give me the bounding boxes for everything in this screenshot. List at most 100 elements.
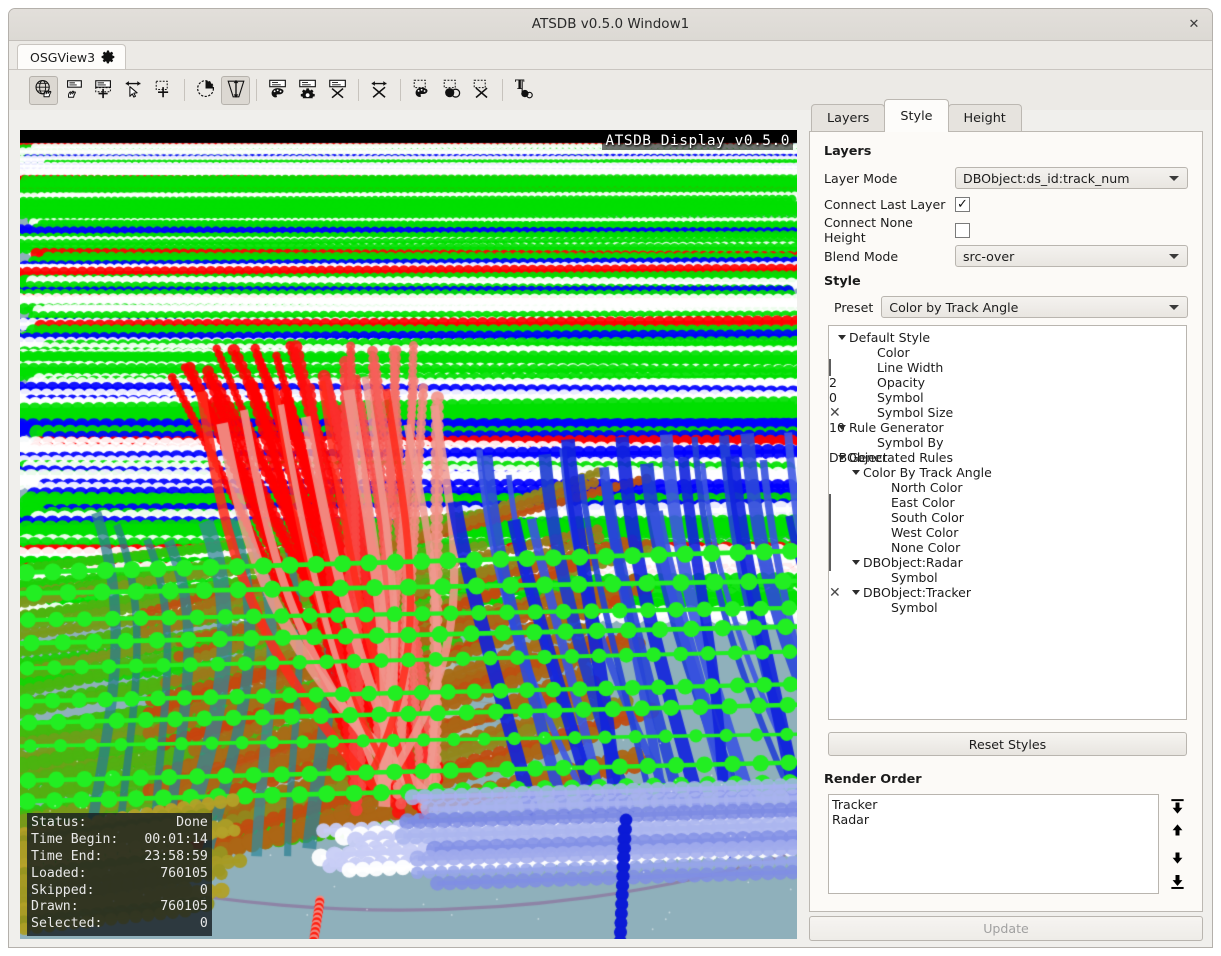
update-bar: Update <box>809 916 1203 943</box>
style-tree-label: North Color <box>891 480 963 495</box>
close-icon[interactable]: ✕ <box>1182 13 1206 36</box>
style-tree-row[interactable]: Symbol <box>829 600 1186 615</box>
style-tree-row[interactable]: Symbol By <box>829 435 1186 450</box>
osg-3d-viewport[interactable]: ATSDB Display v0.5.0 Status: Done Time Beg… <box>20 130 797 939</box>
navigate-globe-button[interactable] <box>29 75 58 105</box>
check-icon: ✓ <box>957 196 968 212</box>
tab-style[interactable]: Style <box>884 99 949 132</box>
connect-delete-button[interactable] <box>365 76 394 105</box>
blend-mode-label: Blend Mode <box>824 248 899 264</box>
layer-x-icon <box>327 78 349 103</box>
toolbar-separator <box>502 79 503 101</box>
hud-status-table: Status: Done Time Begin: 00:01:14 Time End: 2… <box>31 815 208 933</box>
toolbar-separator <box>184 79 185 101</box>
move-down-button[interactable] <box>1167 847 1188 865</box>
render-order-item[interactable]: Radar <box>832 812 1158 827</box>
chevron-down-icon[interactable] <box>849 560 863 565</box>
hud-status-value: 23:58:59 <box>144 849 208 865</box>
style-tree-row[interactable]: Color <box>829 345 1186 360</box>
hud-status-row: Skipped: 0 <box>31 883 208 900</box>
style-tree-label: DBObject:Radar <box>863 555 963 570</box>
style-tree-label: Rule Generator <box>849 420 944 435</box>
add-layer-button[interactable] <box>89 76 118 105</box>
chevron-down-icon[interactable] <box>835 335 849 340</box>
style-tree-row[interactable]: North Color <box>829 480 1186 495</box>
style-tree-row[interactable]: Rule Generator <box>829 420 1186 435</box>
hud-status-row: Time End: 23:58:59 <box>31 849 208 866</box>
selection-delete-button[interactable] <box>467 76 496 105</box>
style-side-panel: Layers Style Height Layers Layer Mode DB… <box>809 99 1203 943</box>
move-to-bottom-button[interactable] <box>1167 872 1188 890</box>
render-order-buttons <box>1167 794 1188 894</box>
chevron-down-icon[interactable] <box>835 455 849 460</box>
style-tree-row[interactable]: South Color <box>829 510 1186 525</box>
style-tree-row[interactable]: Symbol Size <box>829 405 1186 420</box>
move-to-top-button[interactable] <box>1167 797 1188 815</box>
style-tree-row[interactable]: Default Style <box>829 330 1186 345</box>
preset-select[interactable]: Color by Track Angle <box>881 296 1188 318</box>
view-tab-osgview3[interactable]: OSGView3 <box>17 44 127 69</box>
hud-status-value: Done <box>176 815 208 831</box>
style-tree-row[interactable]: DBObject:Radar <box>829 555 1186 570</box>
layer-mode-select[interactable]: DBObject:ds_id:track_num <box>955 167 1188 189</box>
hud-status-row: Loaded: 760105 <box>31 866 208 883</box>
render-order-item[interactable]: Tracker <box>832 797 1158 812</box>
connect-last-layer-checkbox[interactable]: ✓ <box>955 196 970 212</box>
style-tree-row[interactable]: Generated Rules <box>829 450 1186 465</box>
blend-mode-value: src-over <box>963 248 1015 264</box>
tab-layers[interactable]: Layers <box>811 104 886 132</box>
style-tree-row[interactable]: Color By Track Angle <box>829 465 1186 480</box>
chevron-down-icon[interactable] <box>849 590 863 595</box>
style-tree-row[interactable]: None Color <box>829 540 1186 555</box>
reset-styles-button[interactable]: Reset Styles <box>828 732 1187 756</box>
layer-delete-button[interactable] <box>323 76 352 105</box>
add-selection-button[interactable] <box>149 76 178 105</box>
style-tree-label: Default Style <box>849 330 931 345</box>
style-tree-label: South Color <box>891 510 964 525</box>
title-bar: ATSDB v0.5.0 Window1 ✕ <box>9 9 1212 41</box>
style-tree-label: Opacity <box>877 375 926 390</box>
chevron-down-icon <box>1169 175 1179 181</box>
style-tree-row[interactable]: Symbol <box>829 570 1186 585</box>
style-tree-row[interactable]: DBObject:Tracker <box>829 585 1186 600</box>
style-tree-row[interactable]: Opacity <box>829 375 1186 390</box>
selection-merge-button[interactable] <box>437 76 466 105</box>
hud-status-key: Skipped: <box>31 882 95 898</box>
style-tree-label: Color <box>877 345 910 360</box>
update-button[interactable]: Update <box>809 916 1203 941</box>
connect-none-height-label: Connect None Height <box>824 215 913 245</box>
preset-row: Preset Color by Track Angle <box>834 296 1188 318</box>
style-tree-label: Generated Rules <box>849 450 954 465</box>
style-tree-row[interactable]: West Color <box>829 525 1186 540</box>
layer-settings-button[interactable] <box>293 76 322 105</box>
style-tree-label: Line Width <box>877 360 944 375</box>
chevron-down-icon[interactable] <box>835 425 849 430</box>
view-tab-label: OSGView3 <box>30 49 96 65</box>
globe-hand-icon <box>33 78 55 103</box>
style-tree-row[interactable]: Line Width <box>829 360 1186 375</box>
select-cursor-button[interactable] <box>119 76 148 105</box>
label-button[interactable]: T <box>509 76 538 105</box>
select-layer-button[interactable] <box>59 76 88 105</box>
move-up-button[interactable] <box>1167 822 1188 840</box>
style-tree-row[interactable]: Symbol <box>829 390 1186 405</box>
style-tree-row[interactable]: East Color <box>829 495 1186 510</box>
time-filter-button[interactable] <box>191 76 220 105</box>
gear-icon[interactable] <box>101 50 115 64</box>
tab-style-label: Style <box>900 108 933 124</box>
blend-mode-select[interactable]: src-over <box>955 245 1188 267</box>
style-tab-content: Layers Layer Mode DBObject:ds_id:track_n… <box>809 131 1203 912</box>
chevron-down-icon[interactable] <box>849 470 863 475</box>
tab-height[interactable]: Height <box>947 104 1022 132</box>
layer-gear-icon <box>297 78 319 103</box>
hud-status-row: Status: Done <box>31 815 208 832</box>
connect-none-height-checkbox[interactable] <box>955 222 970 238</box>
selection-style-button[interactable] <box>407 76 436 105</box>
layer-style-button[interactable] <box>263 76 292 105</box>
style-property-tree[interactable]: Default Style Color Line Width 2 Opacity 0 Sym… <box>828 325 1187 720</box>
height-range-button[interactable] <box>221 75 250 105</box>
layer-hand-icon <box>63 78 85 103</box>
connect-last-layer-label: Connect Last Layer <box>824 196 946 212</box>
dashed-plus-icon <box>153 78 175 103</box>
render-order-list[interactable]: Tracker Radar <box>828 794 1159 894</box>
